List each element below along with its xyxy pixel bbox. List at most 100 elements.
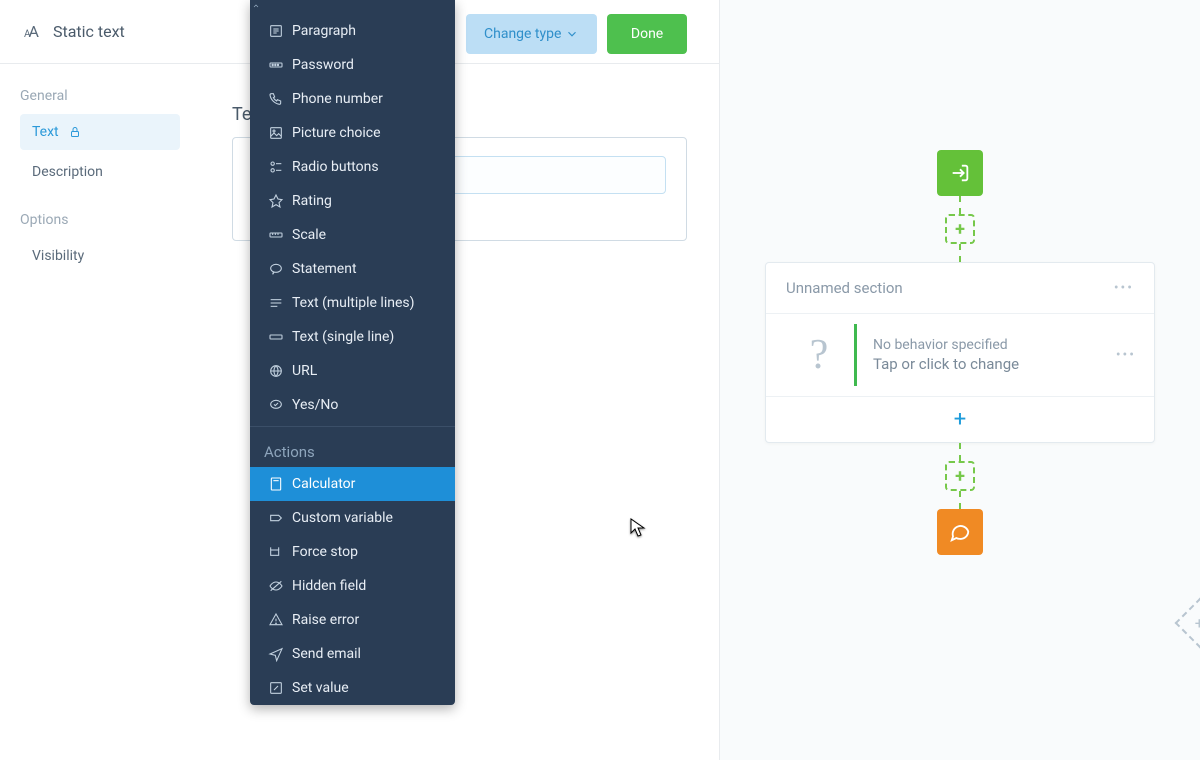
- phone-icon: [264, 91, 288, 107]
- option-label: Paragraph: [292, 23, 356, 39]
- image-icon: [264, 125, 288, 141]
- nav-section-general: General: [20, 88, 180, 104]
- side-nav: General Text Description Options Visibil…: [0, 64, 200, 302]
- option-label: Picture choice: [292, 125, 381, 141]
- action-option-hidden-field[interactable]: Hidden field: [250, 569, 455, 603]
- nav-item-label: Description: [32, 164, 103, 180]
- edit-icon: [264, 680, 288, 696]
- nav-section-options: Options: [20, 212, 180, 228]
- option-label: Statement: [292, 261, 357, 277]
- dropdown-actions-header: Actions: [250, 431, 455, 467]
- option-label: Text (single line): [292, 329, 394, 345]
- card-title: Unnamed section: [786, 279, 903, 297]
- section-card: Unnamed section ••• ? No behavior specif…: [765, 262, 1155, 443]
- flow-connector: [959, 244, 961, 262]
- globe-icon: [264, 363, 288, 379]
- card-body[interactable]: ? No behavior specified Tap or click to …: [766, 314, 1154, 396]
- flow-panel: + Unnamed section ••• ? No behavior spec…: [720, 0, 1200, 760]
- option-label: Raise error: [292, 612, 359, 628]
- behavior-subtitle: Tap or click to change: [873, 355, 1019, 373]
- card-header[interactable]: Unnamed section •••: [766, 263, 1154, 314]
- option-label: Set value: [292, 680, 349, 696]
- password-icon: [264, 57, 288, 73]
- option-label: Yes/No: [292, 397, 338, 413]
- option-label: Text (multiple lines): [292, 295, 415, 311]
- option-label: Calculator: [292, 476, 355, 492]
- nav-item-visibility[interactable]: Visibility: [20, 238, 180, 274]
- action-option-calculator[interactable]: Calculator: [250, 467, 455, 501]
- chevron-down-icon: [565, 27, 579, 41]
- flow-connector: [959, 196, 961, 214]
- option-label: Phone number: [292, 91, 383, 107]
- option-label: Password: [292, 57, 354, 73]
- scroll-up-indicator[interactable]: [250, 0, 455, 14]
- flow-connector: [959, 443, 961, 461]
- type-option-paragraph[interactable]: Paragraph: [250, 14, 455, 48]
- type-option-picture-choice[interactable]: Picture choice: [250, 116, 455, 150]
- header-actions: Change type Done: [466, 14, 687, 54]
- option-label: Custom variable: [292, 510, 393, 526]
- nav-item-text[interactable]: Text: [20, 114, 180, 150]
- type-option-url[interactable]: URL: [250, 354, 455, 388]
- type-option-scale[interactable]: Scale: [250, 218, 455, 252]
- question-icon: ?: [784, 331, 854, 379]
- eye-off-icon: [264, 578, 288, 594]
- type-option-yesno[interactable]: Yes/No: [250, 388, 455, 422]
- button-label: Change type: [484, 26, 561, 42]
- option-label: Hidden field: [292, 578, 366, 594]
- action-option-custom-variable[interactable]: Custom variable: [250, 501, 455, 535]
- type-dropdown: Paragraph Password Phone number Picture …: [250, 0, 455, 705]
- option-label: Force stop: [292, 544, 358, 560]
- change-type-button[interactable]: Change type: [466, 14, 597, 54]
- option-label: Send email: [292, 646, 361, 662]
- option-label: Rating: [292, 193, 332, 209]
- send-icon: [264, 646, 288, 662]
- card-menu-button[interactable]: •••: [1114, 280, 1134, 296]
- flow-entry-node[interactable]: [937, 150, 983, 196]
- stop-icon: [264, 544, 288, 560]
- calculator-icon: [264, 476, 288, 492]
- page-title: Static text: [53, 22, 125, 41]
- ruler-icon: [264, 227, 288, 243]
- option-label: URL: [292, 363, 317, 379]
- tag-icon: [264, 510, 288, 526]
- type-option-text-multi[interactable]: Text (multiple lines): [250, 286, 455, 320]
- behavior-title: No behavior specified: [873, 337, 1019, 353]
- option-label: Radio buttons: [292, 159, 379, 175]
- nav-item-description[interactable]: Description: [20, 154, 180, 190]
- type-option-password[interactable]: Password: [250, 48, 455, 82]
- action-option-set-value[interactable]: Set value: [250, 671, 455, 705]
- lock-icon: [69, 126, 81, 138]
- dropdown-divider: [250, 426, 455, 427]
- type-option-phone[interactable]: Phone number: [250, 82, 455, 116]
- type-option-radio[interactable]: Radio buttons: [250, 150, 455, 184]
- row-menu-button[interactable]: •••: [1116, 347, 1136, 363]
- flow-end-node[interactable]: [937, 509, 983, 555]
- text-multi-icon: [264, 295, 288, 311]
- flow-add-slot[interactable]: +: [945, 214, 975, 244]
- nav-item-label: Visibility: [32, 248, 84, 264]
- action-option-send-email[interactable]: Send email: [250, 637, 455, 671]
- quote-icon: [264, 261, 288, 277]
- flow-add-slot[interactable]: +: [945, 461, 975, 491]
- card-add-button[interactable]: +: [766, 396, 1154, 442]
- yesno-icon: [264, 397, 288, 413]
- option-label: Scale: [292, 227, 326, 243]
- accent-bar: [854, 324, 857, 386]
- flow-connector: [959, 491, 961, 509]
- type-option-rating[interactable]: Rating: [250, 184, 455, 218]
- type-option-text-single[interactable]: Text (single line): [250, 320, 455, 354]
- nav-item-label: Text: [32, 124, 59, 140]
- text-size-icon: AA: [24, 22, 37, 41]
- radio-icon: [264, 159, 288, 175]
- type-option-statement[interactable]: Statement: [250, 252, 455, 286]
- done-button[interactable]: Done: [607, 14, 687, 54]
- star-icon: [264, 193, 288, 209]
- action-option-force-stop[interactable]: Force stop: [250, 535, 455, 569]
- text-single-icon: [264, 329, 288, 345]
- action-option-raise-error[interactable]: Raise error: [250, 603, 455, 637]
- warning-icon: [264, 612, 288, 628]
- flow-branch-add[interactable]: +: [1175, 598, 1200, 649]
- paragraph-icon: [264, 23, 288, 39]
- button-label: Done: [631, 26, 663, 42]
